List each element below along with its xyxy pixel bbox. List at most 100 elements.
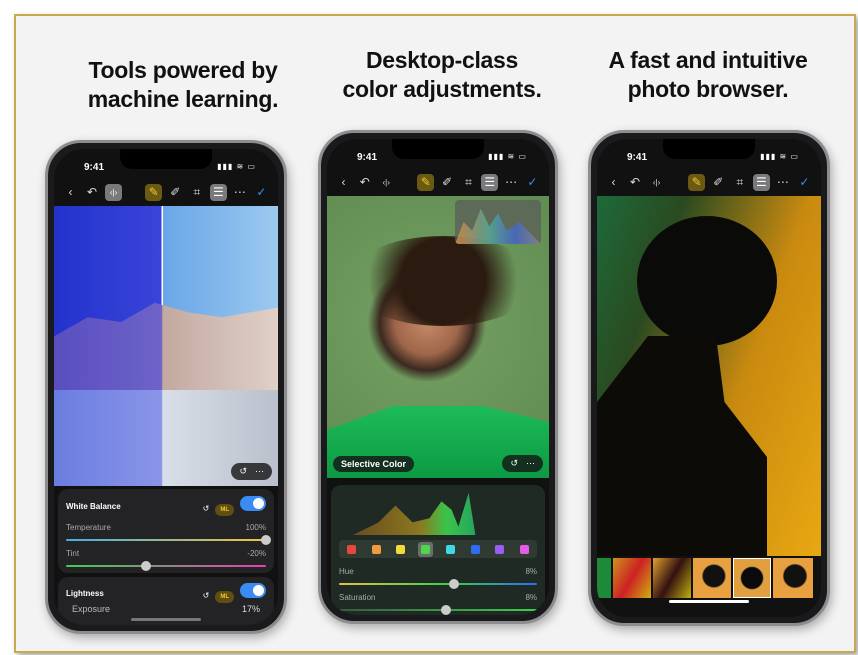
swatch-color bbox=[470, 544, 480, 554]
thumbnail[interactable] bbox=[613, 558, 651, 598]
photo-before-after[interactable]: ↺ ⋯ bbox=[54, 206, 278, 486]
tint-slider[interactable] bbox=[66, 561, 266, 571]
crop-icon[interactable]: ⌗ bbox=[188, 184, 205, 201]
photo-portrait[interactable]: Selective Color ↺ ⋯ bbox=[327, 196, 549, 478]
phone-ml-tools: 9:41 ▮▮▮ ≋ ▭ ‹ ↶ ‹|› ✎ ✐ ⌗ ☰ ⋯ ✓ ↺ ⋯ Whi… bbox=[45, 140, 287, 634]
slider-knob[interactable] bbox=[448, 579, 459, 589]
home-indicator bbox=[669, 600, 749, 603]
swatch-color bbox=[421, 544, 431, 554]
done-icon[interactable]: ✓ bbox=[253, 184, 270, 201]
done-icon[interactable]: ✓ bbox=[524, 174, 541, 191]
saturation-slider[interactable] bbox=[339, 605, 537, 615]
saturation-label: Saturation bbox=[339, 593, 376, 602]
heal-icon[interactable]: ✐ bbox=[167, 184, 184, 201]
headline-line: photo browser. bbox=[627, 76, 789, 102]
temperature-slider[interactable] bbox=[66, 535, 271, 545]
phone-color-adjustments: 9:41 ▮▮▮ ≋ ▭ ‹ ↶ ‹|› ✎ ✐ ⌗ ☰ ⋯ ✓ Selecti… bbox=[318, 130, 558, 624]
more-icon[interactable]: ⋯ bbox=[503, 174, 520, 191]
ml-badge[interactable]: ML bbox=[215, 591, 234, 603]
crop-icon[interactable]: ⌗ bbox=[731, 174, 748, 191]
color-swatch[interactable] bbox=[344, 542, 359, 557]
headline-line: Tools powered by bbox=[88, 57, 278, 83]
back-icon[interactable]: ‹ bbox=[335, 174, 352, 191]
slider-knob[interactable] bbox=[141, 561, 151, 571]
swatch-color bbox=[346, 544, 356, 554]
app-store-banner: Tools powered by machine learning. Deskt… bbox=[14, 14, 856, 653]
reset-icon[interactable]: ↺ bbox=[203, 591, 210, 600]
tint-value: -20% bbox=[247, 549, 266, 558]
lightness-title: Lightness bbox=[66, 588, 104, 598]
ml-enhance-icon[interactable]: ✎ bbox=[145, 183, 163, 201]
color-swatch[interactable] bbox=[418, 541, 434, 557]
headline-line: color adjustments. bbox=[342, 76, 542, 102]
phone-photo-browser: 9:41 ▮▮▮ ≋ ▭ ‹ ↶ ‹|› ✎ ✐ ⌗ ☰ ⋯ ✓ bbox=[588, 130, 830, 626]
slider-knob[interactable] bbox=[261, 535, 271, 545]
color-swatch[interactable] bbox=[393, 542, 408, 557]
photo-silhouette[interactable] bbox=[597, 196, 821, 556]
adjust-icon[interactable]: ☰ bbox=[481, 173, 499, 191]
more-icon[interactable]: ⋯ bbox=[231, 184, 248, 201]
swatch-color bbox=[520, 544, 530, 554]
undo-icon[interactable]: ↶ bbox=[84, 184, 101, 201]
adjust-icon[interactable]: ☰ bbox=[209, 183, 227, 201]
headline-color: Desktop-class color adjustments. bbox=[312, 46, 572, 104]
compare-icon[interactable]: ‹|› bbox=[378, 174, 395, 191]
color-swatch[interactable] bbox=[369, 542, 384, 557]
slider-knob[interactable] bbox=[440, 605, 451, 615]
hue-slider[interactable] bbox=[339, 579, 537, 589]
white-balance-title: White Balance bbox=[66, 501, 121, 511]
hue-value: 8% bbox=[525, 567, 537, 576]
editor-toolbar: ‹ ↶ ‹|› ✎ ✐ ⌗ ☰ ⋯ ✓ bbox=[54, 181, 278, 203]
notch bbox=[392, 139, 484, 159]
notch bbox=[120, 149, 212, 169]
headline-ml: Tools powered by machine learning. bbox=[53, 56, 313, 114]
status-icons: ▮▮▮ ≋ ▭ bbox=[760, 152, 799, 161]
back-icon[interactable]: ‹ bbox=[605, 174, 622, 191]
headline-line: machine learning. bbox=[87, 86, 279, 112]
tool-name-label: Selective Color bbox=[333, 456, 415, 472]
status-time: 9:41 bbox=[627, 152, 648, 163]
home-indicator bbox=[131, 618, 201, 621]
thumbnail-selected[interactable] bbox=[733, 558, 771, 598]
color-swatch[interactable] bbox=[443, 542, 458, 557]
thumbnail[interactable] bbox=[773, 558, 813, 598]
temperature-label: Temperature bbox=[66, 523, 111, 532]
compare-icon[interactable]: ‹|› bbox=[648, 174, 665, 191]
compare-icon[interactable]: ‹|› bbox=[105, 183, 123, 201]
reset-icon[interactable]: ↺ bbox=[203, 504, 210, 513]
white-balance-toggle[interactable] bbox=[240, 496, 266, 511]
swatch-color bbox=[396, 544, 406, 554]
heal-icon[interactable]: ✐ bbox=[710, 174, 727, 191]
thumbnail[interactable] bbox=[597, 558, 611, 598]
more-icon[interactable]: ⋯ bbox=[526, 458, 535, 469]
ml-enhance-icon[interactable]: ✎ bbox=[417, 173, 435, 191]
color-swatch[interactable] bbox=[492, 542, 507, 557]
swatch-color bbox=[371, 544, 381, 554]
ml-enhance-icon[interactable]: ✎ bbox=[688, 173, 706, 191]
photo-actions: ↺ ⋯ bbox=[231, 463, 272, 480]
crop-icon[interactable]: ⌗ bbox=[460, 174, 477, 191]
swatch-color bbox=[445, 544, 455, 554]
done-icon[interactable]: ✓ bbox=[796, 174, 813, 191]
photo-actions: ↺ ⋯ bbox=[502, 455, 543, 472]
reset-icon[interactable]: ↺ bbox=[239, 466, 247, 477]
thumbnail[interactable] bbox=[693, 558, 731, 598]
undo-icon[interactable]: ↶ bbox=[627, 174, 644, 191]
thumbnail[interactable] bbox=[653, 558, 691, 598]
editor-toolbar: ‹ ↶ ‹|› ✎ ✐ ⌗ ☰ ⋯ ✓ bbox=[597, 171, 821, 193]
exposure-label: Exposure bbox=[72, 604, 111, 614]
undo-icon[interactable]: ↶ bbox=[356, 174, 373, 191]
more-icon[interactable]: ⋯ bbox=[255, 466, 264, 477]
back-icon[interactable]: ‹ bbox=[62, 184, 79, 201]
heal-icon[interactable]: ✐ bbox=[439, 174, 456, 191]
lightness-toggle[interactable] bbox=[240, 583, 266, 598]
reset-icon[interactable]: ↺ bbox=[510, 458, 518, 469]
color-swatch[interactable] bbox=[517, 542, 532, 557]
adjust-icon[interactable]: ☰ bbox=[752, 173, 770, 191]
color-swatch[interactable] bbox=[468, 542, 483, 557]
more-icon[interactable]: ⋯ bbox=[774, 174, 791, 191]
headline-line: Desktop-class bbox=[365, 47, 519, 73]
exposure-value: 17% bbox=[241, 604, 260, 614]
ml-badge[interactable]: ML bbox=[215, 504, 234, 516]
headline-line: A fast and intuitive bbox=[608, 47, 808, 73]
